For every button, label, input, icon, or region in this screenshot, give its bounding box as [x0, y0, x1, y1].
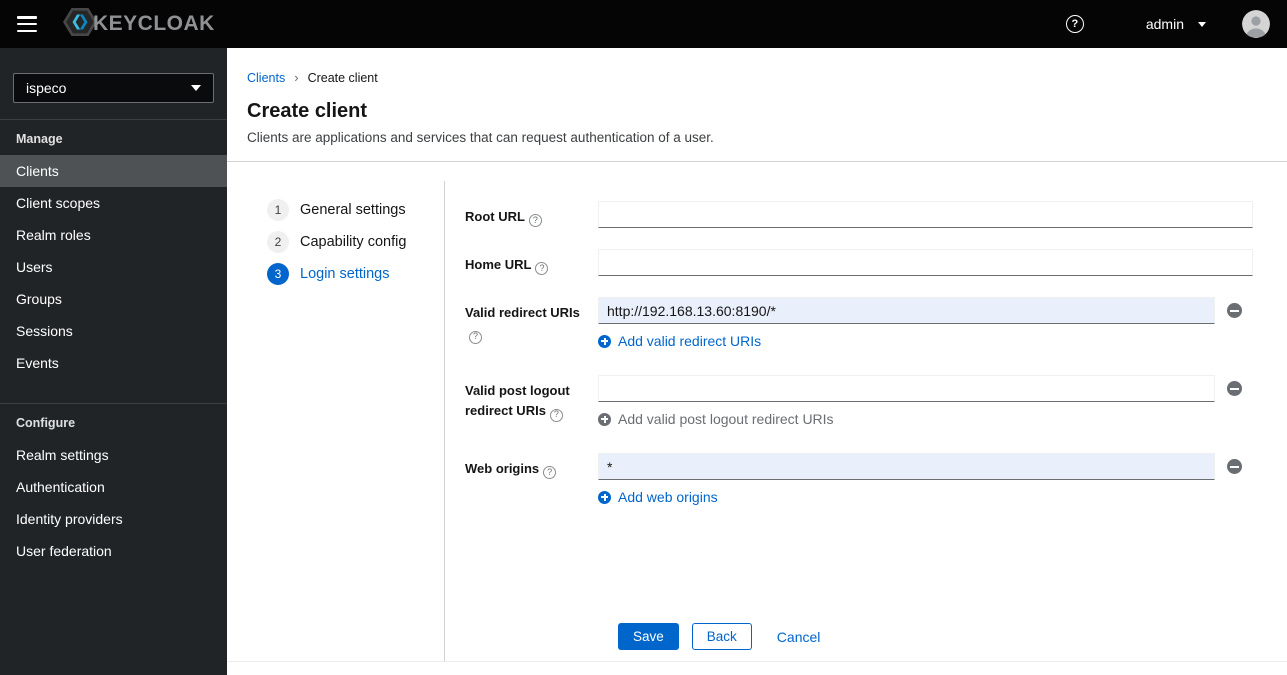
valid-post-logout-redirect-uri-input[interactable]	[598, 375, 1215, 402]
home-url-row: Home URL	[465, 249, 1253, 276]
valid-redirect-uris-row: Valid redirect URIs Add valid redirect U…	[465, 297, 1253, 349]
sidebar-item-clients[interactable]: Clients	[0, 155, 227, 187]
cancel-button[interactable]: Cancel	[777, 623, 821, 650]
sidebar-item-sessions[interactable]: Sessions	[0, 315, 227, 347]
help-icon[interactable]	[469, 330, 482, 344]
root-url-input[interactable]	[598, 201, 1253, 228]
sidebar-item-users[interactable]: Users	[0, 251, 227, 283]
add-valid-post-logout-redirect-uris-link[interactable]: Add valid post logout redirect URIs	[598, 411, 834, 427]
avatar[interactable]	[1242, 10, 1270, 38]
sidebar-item-authentication[interactable]: Authentication	[0, 471, 227, 503]
remove-post-logout-uri-button[interactable]	[1227, 381, 1242, 396]
step-label: Capability config	[300, 234, 407, 250]
step-label: General settings	[300, 202, 406, 218]
sidebar-item-realm-settings[interactable]: Realm settings	[0, 439, 227, 471]
sidebar-item-client-scopes[interactable]: Client scopes	[0, 187, 227, 219]
top-bar: KEYCLOAK admin	[0, 0, 1287, 48]
realm-selector[interactable]: ispeco	[13, 73, 214, 103]
help-icon[interactable]	[543, 466, 557, 480]
plus-circle-icon	[598, 490, 611, 504]
page-subtitle: Clients are applications and services th…	[247, 130, 714, 145]
valid-post-logout-redirect-uris-label: Valid post logout redirect URIs	[465, 375, 598, 427]
help-icon[interactable]	[549, 408, 563, 422]
web-origins-input[interactable]	[598, 453, 1215, 480]
breadcrumb-current: Create client	[307, 70, 378, 85]
nav-section-configure: Configure	[16, 416, 76, 430]
valid-post-logout-redirect-uris-row: Valid post logout redirect URIs Add vali…	[465, 375, 1253, 427]
login-settings-form: Root URL Home URL Valid redirect URIs	[445, 162, 1287, 661]
help-icon[interactable]	[535, 262, 549, 276]
step-label: Login settings	[300, 266, 390, 282]
keycloak-logo: KEYCLOAK	[63, 7, 215, 42]
remove-redirect-uri-button[interactable]	[1227, 303, 1242, 318]
wizard-step-general-settings[interactable]: 1 General settings	[267, 199, 444, 221]
back-button[interactable]: Back	[691, 623, 752, 650]
step-number: 3	[267, 263, 289, 285]
plus-circle-icon	[598, 412, 611, 426]
valid-redirect-uris-label: Valid redirect URIs	[465, 297, 598, 349]
valid-redirect-uri-input[interactable]	[598, 297, 1215, 324]
username-label: admin	[1145, 16, 1184, 32]
page-header: Clients Create client Create client Clie…	[227, 48, 1287, 162]
root-url-row: Root URL	[465, 201, 1253, 228]
breadcrumb-clients-link[interactable]: Clients	[247, 71, 285, 85]
main-content: Clients Create client Create client Clie…	[227, 48, 1287, 675]
brand-text: KEYCLOAK	[93, 12, 215, 35]
plus-circle-icon	[598, 334, 611, 348]
sidebar-item-groups[interactable]: Groups	[0, 283, 227, 315]
help-icon[interactable]	[528, 214, 542, 228]
wizard-step-login-settings[interactable]: 3 Login settings	[267, 263, 444, 285]
page-title: Create client	[247, 100, 368, 122]
remove-web-origin-button[interactable]	[1227, 459, 1242, 474]
home-url-label: Home URL	[465, 249, 598, 276]
home-url-input[interactable]	[598, 249, 1253, 276]
nav-section-manage: Manage	[16, 132, 63, 146]
wizard-nav: 1 General settings 2 Capability config 3…	[227, 181, 445, 661]
sidebar: ispeco Manage Clients Client scopes Real…	[0, 48, 227, 675]
add-web-origins-link[interactable]: Add web origins	[598, 489, 718, 505]
sidebar-item-events[interactable]: Events	[0, 347, 227, 379]
keycloak-logo-icon	[63, 7, 97, 42]
step-number: 1	[267, 199, 289, 221]
chevron-down-icon	[1198, 21, 1206, 27]
chevron-down-icon	[191, 85, 201, 91]
sidebar-item-realm-roles[interactable]: Realm roles	[0, 219, 227, 251]
breadcrumb-separator-icon	[294, 70, 298, 85]
sidebar-item-user-federation[interactable]: User federation	[0, 535, 227, 567]
help-icon[interactable]	[1065, 15, 1084, 33]
wizard-content: 1 General settings 2 Capability config 3…	[227, 162, 1287, 662]
hamburger-menu-icon[interactable]	[17, 16, 37, 32]
realm-selector-value: ispeco	[26, 80, 67, 96]
add-valid-redirect-uris-link[interactable]: Add valid redirect URIs	[598, 333, 761, 349]
root-url-label: Root URL	[465, 201, 598, 228]
save-button[interactable]: Save	[618, 623, 679, 650]
web-origins-label: Web origins	[465, 453, 598, 505]
breadcrumb: Clients Create client	[247, 70, 1267, 85]
form-actions: Save Back Cancel	[618, 623, 1253, 650]
web-origins-row: Web origins Add web origins	[465, 453, 1253, 505]
user-menu[interactable]: admin	[1146, 16, 1206, 32]
sidebar-item-identity-providers[interactable]: Identity providers	[0, 503, 227, 535]
step-number: 2	[267, 231, 289, 253]
wizard-step-capability-config[interactable]: 2 Capability config	[267, 231, 444, 253]
